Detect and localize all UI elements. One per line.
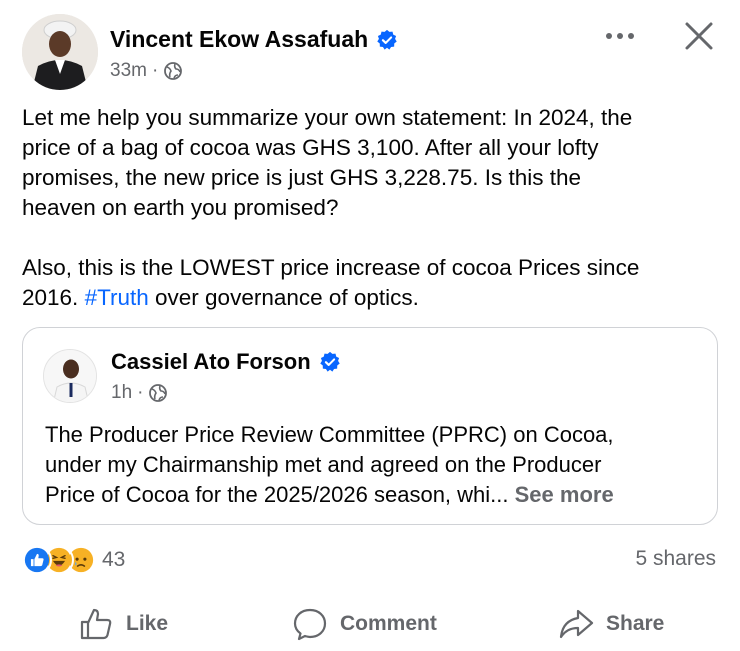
- post-paragraph-2: Also, this is the LOWEST price increase …: [22, 253, 722, 313]
- like-button[interactable]: Like: [78, 598, 168, 650]
- share-button[interactable]: Share: [558, 598, 664, 650]
- post-paragraph-1: Let me help you summarize your own state…: [22, 105, 633, 220]
- post-meta: 33m ·: [110, 60, 183, 82]
- like-label: Like: [126, 612, 169, 635]
- see-more-link[interactable]: See more: [515, 482, 614, 507]
- reaction-count[interactable]: 43: [102, 548, 125, 572]
- verified-badge-icon: [319, 351, 340, 372]
- thumbs-up-icon: [80, 608, 112, 640]
- reactions-summary[interactable]: 43: [22, 543, 125, 577]
- meta-separator: ·: [151, 60, 159, 81]
- post-paragraph-2-end: over governance of optics.: [148, 285, 419, 310]
- share-icon: [559, 609, 594, 639]
- shared-author-name[interactable]: Cassiel Ato Forson: [111, 349, 311, 375]
- globe-icon: [164, 62, 183, 80]
- shared-post-time[interactable]: 1h: [111, 382, 132, 404]
- more-dot-icon: [617, 33, 623, 39]
- post-body: Let me help you summarize your own state…: [22, 103, 722, 313]
- like-icon: [22, 545, 52, 575]
- meta-separator: ·: [137, 382, 144, 403]
- verified-badge-icon: [377, 29, 397, 50]
- post-header: Vincent Ekow Assafuah 33m ·: [22, 14, 722, 94]
- share-label: Share: [606, 612, 665, 635]
- shared-post-card[interactable]: Cassiel Ato Forson 1h · The Producer Pri…: [22, 327, 718, 525]
- shared-post-meta: 1h ·: [111, 382, 168, 404]
- comment-label: Comment: [340, 612, 437, 635]
- shared-post-text: The Producer Price Review Committee (PPR…: [45, 420, 705, 510]
- more-dot-icon: [606, 33, 612, 39]
- globe-icon: [149, 384, 168, 402]
- hashtag-link[interactable]: #Truth: [85, 285, 149, 310]
- shared-author-avatar[interactable]: [43, 349, 97, 403]
- author-name-row: Vincent Ekow Assafuah: [110, 26, 398, 53]
- comment-icon: [293, 608, 327, 641]
- more-dot-icon: [628, 33, 634, 39]
- author-avatar[interactable]: [22, 14, 98, 90]
- shares-count[interactable]: 5 shares: [635, 547, 716, 571]
- comment-button[interactable]: Comment: [292, 598, 437, 650]
- action-bar: Like Comment Share: [0, 598, 740, 650]
- author-name[interactable]: Vincent Ekow Assafuah: [110, 26, 368, 53]
- shared-author-row: Cassiel Ato Forson: [111, 349, 341, 375]
- more-options-button[interactable]: [600, 22, 640, 50]
- post-time[interactable]: 33m: [110, 60, 147, 82]
- close-icon[interactable]: [682, 19, 716, 53]
